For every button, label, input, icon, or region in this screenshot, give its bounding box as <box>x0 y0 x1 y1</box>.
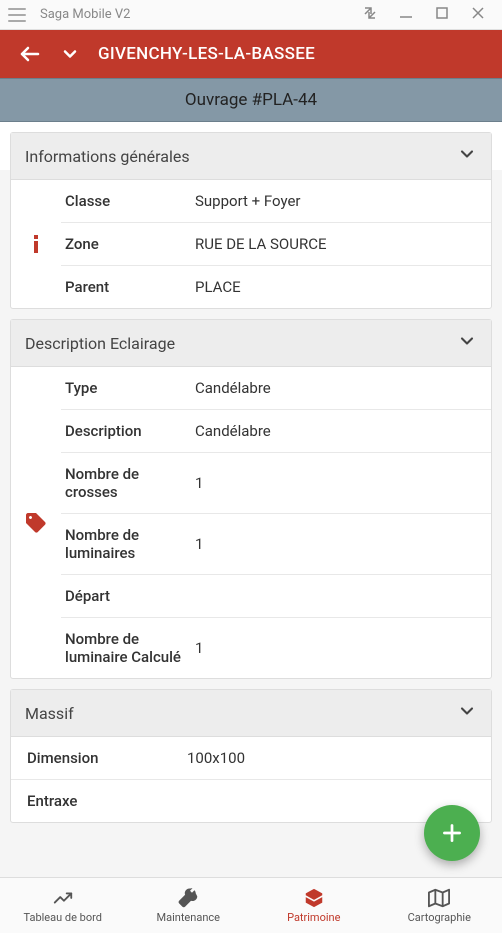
row-dimension: Dimension 100x100 <box>11 737 491 780</box>
bottom-nav: Tableau de bord Maintenance Patrimoine C… <box>0 877 502 933</box>
field-label: Dimension <box>17 749 187 767</box>
row-lumcalc: Nombre de luminaire Calculé 1 <box>61 618 491 678</box>
field-value: 1 <box>195 474 483 492</box>
content-area: Informations générales Classe Support + … <box>0 126 502 877</box>
field-label: Entraxe <box>17 792 187 810</box>
nav-patrimoine[interactable]: Patrimoine <box>251 878 377 933</box>
field-value: Candélabre <box>195 379 483 397</box>
field-label: Parent <box>65 278 195 296</box>
window-minimize-icon[interactable] <box>398 5 414 25</box>
window-expand-icon[interactable] <box>362 5 378 25</box>
field-value: Support + Foyer <box>195 192 483 210</box>
chevron-down-icon <box>457 331 477 355</box>
nav-cartographie[interactable]: Cartographie <box>377 878 502 933</box>
section-header-massif[interactable]: Massif <box>11 690 491 737</box>
section-title: Description Eclairage <box>25 334 175 353</box>
window-title: Saga Mobile V2 <box>40 7 362 22</box>
window-titlebar: Saga Mobile V2 <box>0 0 502 30</box>
window-close-icon[interactable] <box>470 5 486 25</box>
field-label: Nombre de crosses <box>65 465 195 501</box>
nav-label: Cartographie <box>408 911 471 924</box>
row-zone: Zone RUE DE LA SOURCE <box>61 223 491 266</box>
row-parent: Parent PLACE <box>61 266 491 308</box>
field-value: PLACE <box>195 278 483 296</box>
nav-dashboard[interactable]: Tableau de bord <box>0 878 126 933</box>
row-depart: Départ <box>61 575 491 618</box>
section-header-informations[interactable]: Informations générales <box>11 133 491 180</box>
info-icon <box>11 180 61 308</box>
row-description: Description Candélabre <box>61 410 491 453</box>
field-value: 1 <box>195 639 483 657</box>
field-value: Candélabre <box>195 422 483 440</box>
field-label: Départ <box>65 587 195 605</box>
field-label: Zone <box>65 235 195 253</box>
add-button[interactable] <box>424 805 480 861</box>
section-description-eclairage: Description Eclairage Type Candélabre De… <box>10 319 492 679</box>
field-label: Classe <box>65 192 195 210</box>
field-label: Nombre de luminaire Calculé <box>65 630 195 666</box>
nav-maintenance[interactable]: Maintenance <box>126 878 252 933</box>
row-type: Type Candélabre <box>61 367 491 410</box>
section-informations-generales: Informations générales Classe Support + … <box>10 132 492 309</box>
window-maximize-icon[interactable] <box>434 5 450 25</box>
chevron-down-icon <box>457 701 477 725</box>
header-dropdown-icon[interactable] <box>60 44 80 64</box>
nav-label: Patrimoine <box>287 911 340 924</box>
chevron-down-icon <box>457 144 477 168</box>
back-button[interactable] <box>18 42 42 66</box>
page-title: GIVENCHY-LES-LA-BASSEE <box>98 44 315 64</box>
field-value: RUE DE LA SOURCE <box>195 235 483 253</box>
row-crosses: Nombre de crosses 1 <box>61 453 491 514</box>
tag-icon <box>11 367 61 678</box>
hamburger-icon[interactable] <box>8 8 26 22</box>
field-label: Nombre de luminaires <box>65 526 195 562</box>
row-entraxe: Entraxe <box>11 780 491 822</box>
field-value: 100x100 <box>187 749 483 767</box>
field-label: Description <box>65 422 195 440</box>
section-title: Massif <box>25 704 74 723</box>
subheader-title: Ouvrage #PLA-44 <box>0 78 502 122</box>
row-luminaires: Nombre de luminaires 1 <box>61 514 491 575</box>
nav-label: Maintenance <box>157 911 221 924</box>
app-header: GIVENCHY-LES-LA-BASSEE <box>0 30 502 78</box>
field-value: 1 <box>195 535 483 553</box>
field-label: Type <box>65 379 195 397</box>
row-classe: Classe Support + Foyer <box>61 180 491 223</box>
section-massif: Massif Dimension 100x100 Entraxe <box>10 689 492 823</box>
section-header-description[interactable]: Description Eclairage <box>11 320 491 367</box>
section-title: Informations générales <box>25 147 190 166</box>
nav-label: Tableau de bord <box>24 911 102 924</box>
